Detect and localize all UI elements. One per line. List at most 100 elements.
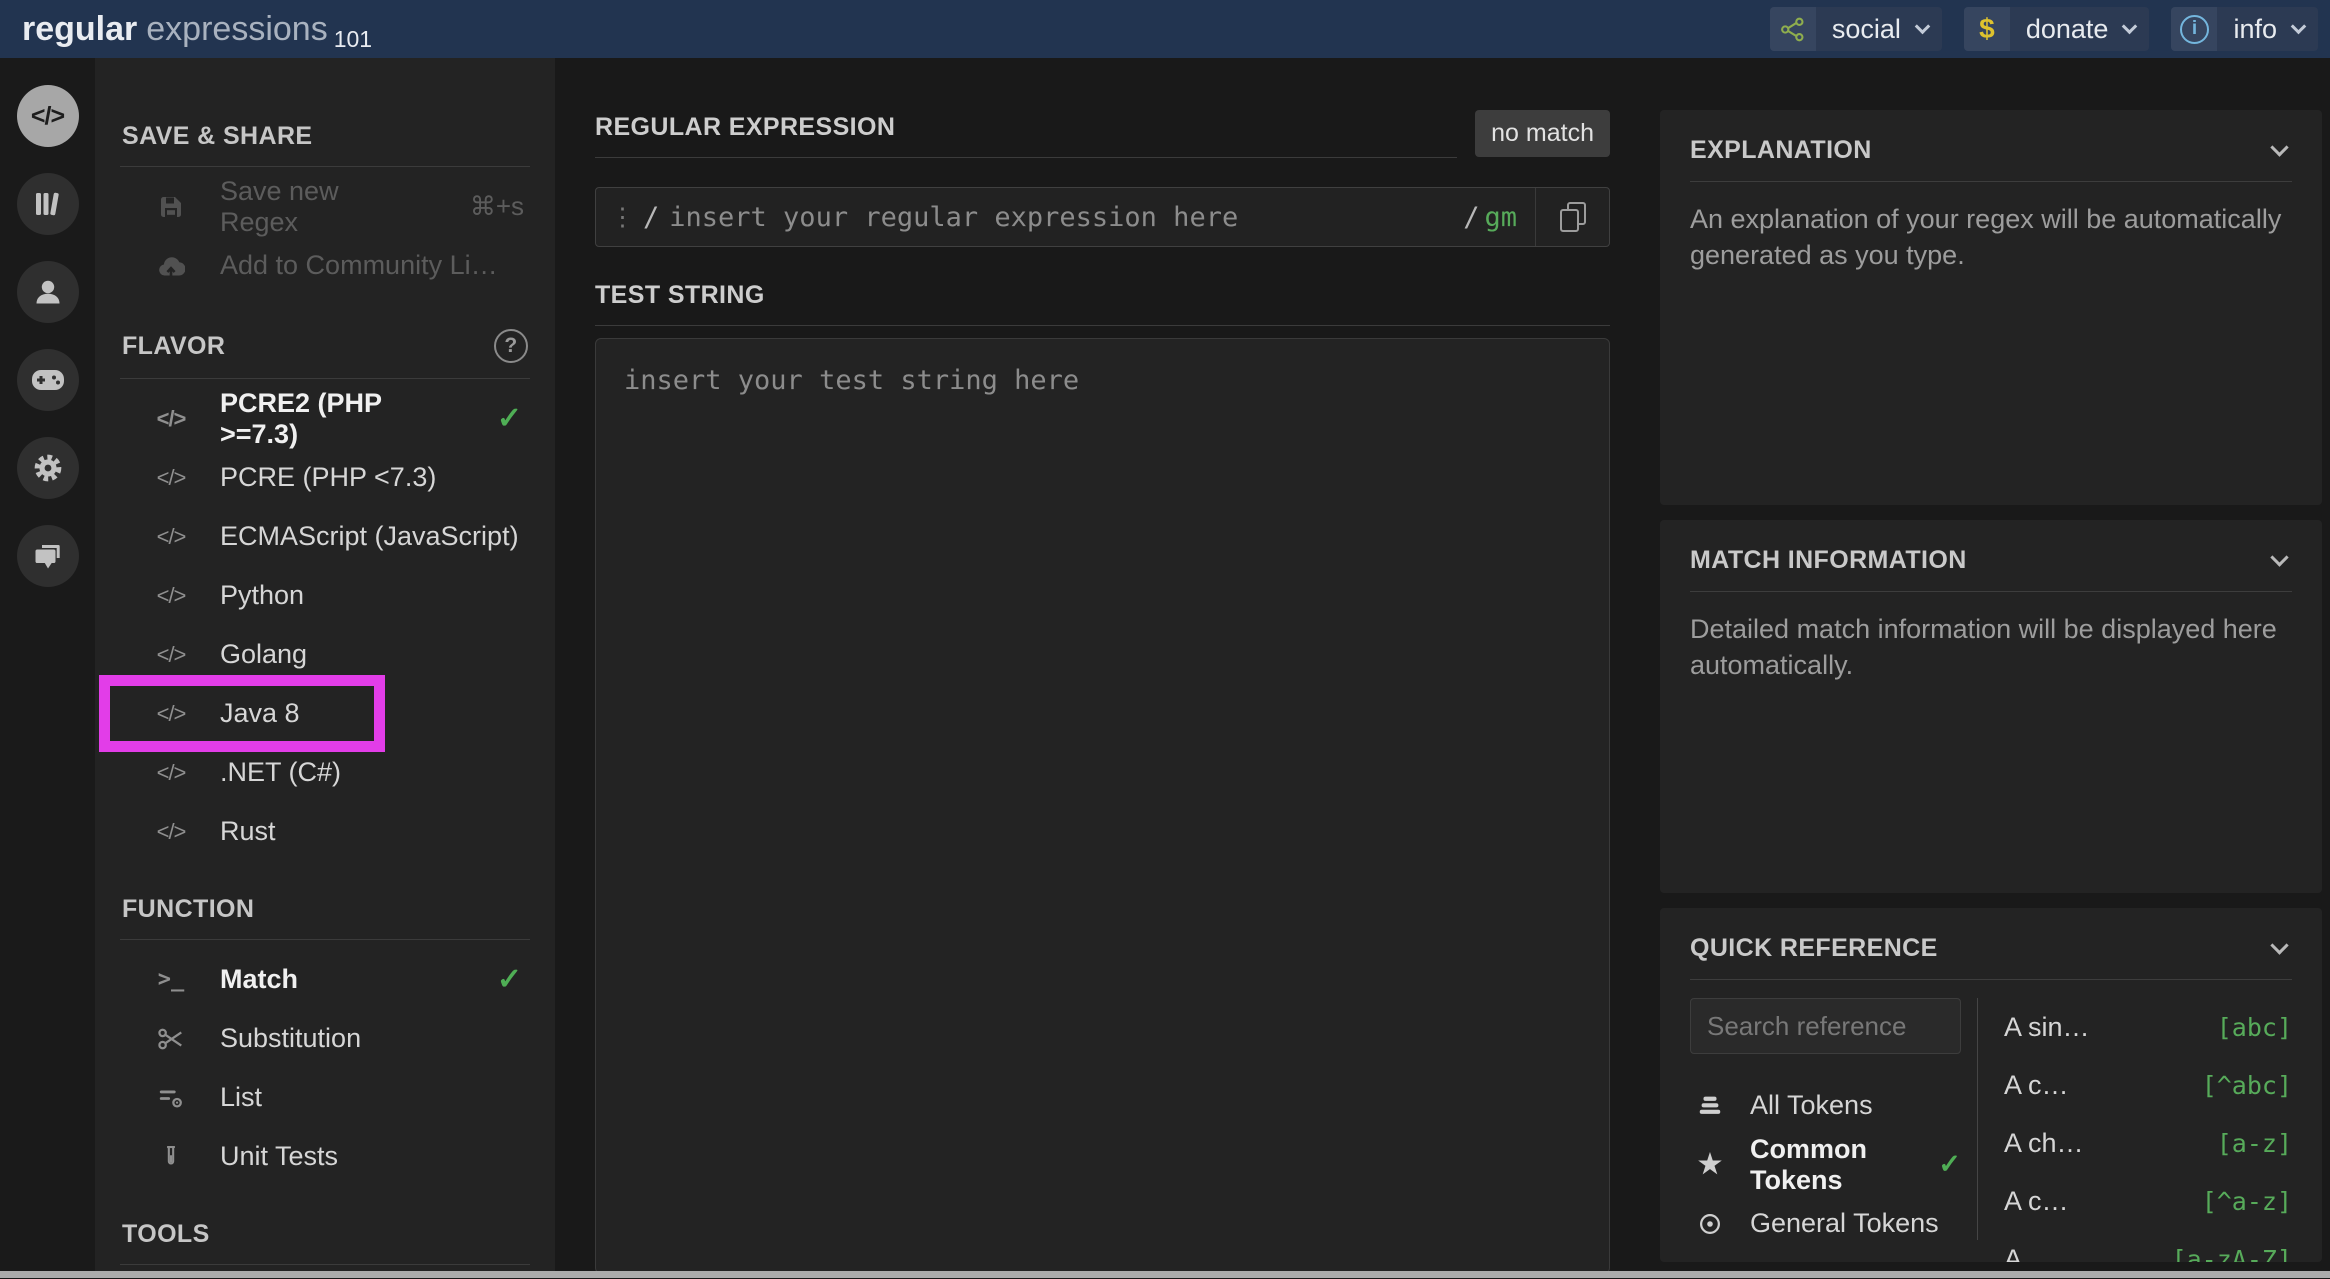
drag-handle-icon[interactable]: ⋮: [610, 202, 635, 232]
match-information-body: Detailed match information will be displ…: [1690, 592, 2292, 683]
circle-dot-icon: [1694, 1210, 1726, 1238]
flavor-item-python[interactable]: </> Python: [120, 566, 530, 625]
chat-icon: [33, 541, 63, 571]
regex-input[interactable]: [659, 188, 1463, 246]
reference-search-input[interactable]: [1690, 998, 1961, 1054]
test-string-input[interactable]: [595, 338, 1610, 1274]
scissors-icon: [152, 1025, 190, 1053]
quick-reference-card: QUICK REFERENCE All Tokens: [1660, 908, 2322, 1262]
function-item-substitution[interactable]: Substitution: [120, 1009, 530, 1068]
flavor-item-rust[interactable]: </> Rust: [120, 802, 530, 861]
flavor-list: </> PCRE2 (PHP >=7.3) ✓ </> PCRE (PHP <7…: [120, 389, 530, 861]
test-string-title: TEST STRING: [595, 281, 765, 309]
function-item-list[interactable]: List: [120, 1068, 530, 1127]
regex-close-delimiter: /: [1463, 202, 1479, 233]
function-section-title: FUNCTION: [120, 895, 530, 940]
regex-open-delimiter: /: [643, 202, 659, 233]
app-header: regularexpressions 101 social $ donate: [0, 0, 2330, 58]
info-icon: i: [2171, 7, 2217, 51]
function-item-match[interactable]: >_ Match ✓: [120, 950, 530, 1009]
function-item-unit-tests[interactable]: Unit Tests: [120, 1127, 530, 1186]
info-button[interactable]: i info: [2171, 7, 2318, 51]
code-icon: </>: [31, 102, 64, 131]
discord-rail-button[interactable]: [17, 349, 79, 411]
token-row[interactable]: A sin… [abc]: [2004, 998, 2292, 1056]
logo-part-3: 101: [334, 26, 372, 52]
share-nodes-icon: [1770, 7, 1816, 51]
code-icon: </>: [152, 642, 190, 668]
copy-icon: [1560, 202, 1586, 232]
explanation-title: EXPLANATION: [1690, 136, 1872, 165]
category-anchors[interactable]: Anchors: [1690, 1253, 1961, 1262]
library-rail-button[interactable]: [17, 173, 79, 235]
token-row[interactable]: A c… [^a-z]: [2004, 1172, 2292, 1230]
test-tube-icon: [152, 1144, 190, 1170]
code-icon: </>: [152, 583, 190, 609]
save-icon: [152, 194, 190, 220]
save-share-section-title: SAVE & SHARE: [120, 122, 530, 167]
flavor-item-java8[interactable]: </> Java 8: [120, 684, 530, 743]
check-icon: ✓: [497, 401, 530, 436]
user-icon: [33, 277, 63, 307]
flavor-item-pcre2[interactable]: </> PCRE2 (PHP >=7.3) ✓: [120, 389, 530, 448]
category-all-tokens[interactable]: All Tokens: [1690, 1076, 1961, 1135]
gear-icon: [32, 452, 64, 484]
copy-regex-button[interactable]: [1535, 188, 1609, 246]
logo-part-2: expressions: [146, 10, 327, 48]
flavor-item-dotnet[interactable]: </> .NET (C#): [120, 743, 530, 802]
explanation-body: An explanation of your regex will be aut…: [1690, 182, 2292, 273]
save-new-regex-label: Save new Regex: [220, 176, 410, 238]
check-icon: ✓: [497, 962, 530, 997]
code-icon: </>: [152, 406, 190, 432]
feedback-rail-button[interactable]: [17, 525, 79, 587]
collapse-chevron-icon[interactable]: [2270, 548, 2288, 566]
regex-editor-rail-button[interactable]: </>: [17, 85, 79, 147]
stack-icon: [1694, 1092, 1726, 1120]
header-nav: social $ donate i info: [1770, 7, 2318, 51]
code-icon: </>: [152, 701, 190, 727]
category-general-tokens[interactable]: General Tokens: [1690, 1194, 1961, 1253]
category-common-tokens[interactable]: ★ Common Tokens ✓: [1690, 1135, 1961, 1194]
terminal-icon: >_: [152, 967, 190, 992]
logo-part-1: regular: [22, 10, 137, 48]
cloud-upload-icon: [152, 254, 190, 278]
chevron-down-icon: [1915, 18, 1931, 34]
tools-section-title: TOOLS: [120, 1220, 530, 1265]
explanation-card: EXPLANATION An explanation of your regex…: [1660, 110, 2322, 505]
token-row[interactable]: A c… [^abc]: [2004, 1056, 2292, 1114]
regex-input-box: ⋮ / / gm: [595, 187, 1610, 247]
add-to-community-label: Add to Community Li…: [220, 250, 498, 281]
app-logo: regularexpressions 101: [22, 10, 372, 49]
collapse-chevron-icon[interactable]: [2270, 138, 2288, 156]
settings-rail-button[interactable]: [17, 437, 79, 499]
code-icon: </>: [152, 760, 190, 786]
main-editor: REGULAR EXPRESSION no match ⋮ / / gm TES…: [555, 58, 1635, 1271]
save-new-regex-item[interactable]: Save new Regex ⌘+s: [120, 177, 530, 236]
flavor-item-pcre[interactable]: </> PCRE (PHP <7.3): [120, 448, 530, 507]
regex-flags[interactable]: gm: [1484, 202, 1517, 233]
code-icon: </>: [152, 524, 190, 550]
gamepad-icon: [31, 368, 65, 392]
chevron-down-icon: [2291, 18, 2307, 34]
token-row[interactable]: A… [a-zA-Z]: [2004, 1230, 2292, 1262]
left-icon-rail: </>: [0, 58, 95, 1278]
flavor-help-icon[interactable]: ?: [494, 329, 528, 363]
token-row[interactable]: A ch… [a-z]: [2004, 1114, 2292, 1172]
dollar-icon: $: [1964, 7, 2010, 51]
horizontal-scrollbar[interactable]: [0, 1271, 2330, 1278]
account-rail-button[interactable]: [17, 261, 79, 323]
list-icon: [152, 1084, 190, 1112]
chevron-down-icon: [2122, 18, 2138, 34]
social-button-label: social: [1816, 14, 1915, 45]
social-button[interactable]: social: [1770, 7, 1942, 51]
function-list: >_ Match ✓ Substitution: [120, 950, 530, 1186]
donate-button[interactable]: $ donate: [1964, 7, 2150, 51]
flavor-section-title: FLAVOR ?: [120, 329, 530, 379]
collapse-chevron-icon[interactable]: [2270, 936, 2288, 954]
flavor-item-golang[interactable]: </> Golang: [120, 625, 530, 684]
quick-reference-categories: All Tokens ★ Common Tokens ✓: [1690, 998, 1977, 1240]
add-to-community-item[interactable]: Add to Community Li…: [120, 236, 530, 295]
flavor-item-ecmascript[interactable]: </> ECMAScript (JavaScript): [120, 507, 530, 566]
right-panel: EXPLANATION An explanation of your regex…: [1635, 58, 2330, 1271]
save-shortcut: ⌘+s: [470, 191, 530, 222]
